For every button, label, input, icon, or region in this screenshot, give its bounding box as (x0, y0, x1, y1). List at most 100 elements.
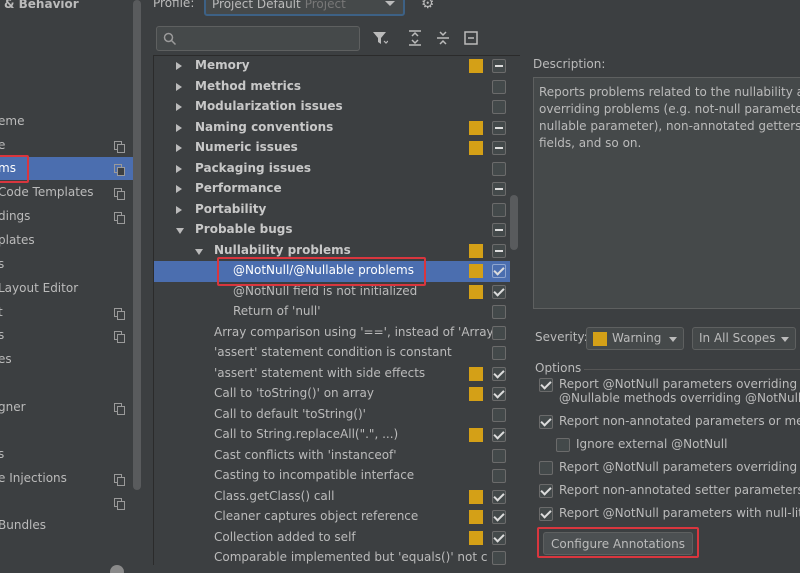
sidebar-item-label: s (0, 328, 5, 342)
tree-row-checkbox[interactable] (492, 141, 506, 155)
sidebar-item[interactable]: dings (0, 205, 133, 228)
tree-row[interactable]: 'assert' statement with side effects (154, 364, 510, 385)
sidebar-item[interactable]: es (0, 348, 133, 371)
tree-row[interactable]: Array comparison using '==', instead of … (154, 323, 510, 344)
tree-row-checkbox[interactable] (492, 120, 506, 135)
option-checkbox[interactable] (556, 438, 570, 452)
tree-row[interactable]: Call to String.replaceAll(".", ...) (154, 425, 510, 446)
tree-row[interactable]: Numeric issues (154, 138, 510, 159)
chevron-down-icon[interactable] (176, 228, 184, 234)
tree-scrollbar[interactable] (510, 195, 518, 250)
chevron-right-icon[interactable] (176, 62, 182, 70)
tree-row-checkbox[interactable] (492, 448, 506, 463)
tree-row-checkbox[interactable] (492, 551, 506, 565)
chevron-right-icon[interactable] (176, 144, 182, 152)
sidebar-item[interactable]: Layout Editor (0, 277, 133, 300)
chevron-right-icon[interactable] (176, 103, 182, 111)
sidebar-item[interactable]: eme (0, 110, 133, 133)
chevron-right-icon[interactable] (176, 123, 182, 132)
sidebar-item[interactable]: Bundles (0, 514, 133, 537)
tree-row-checkbox[interactable] (492, 161, 506, 176)
collapse-all-icon[interactable] (435, 30, 451, 46)
tree-row-label: Collection added to self (214, 529, 356, 544)
gear-icon[interactable]: ⚙ (421, 0, 437, 11)
sidebar-item[interactable]: s (0, 253, 133, 276)
tree-row[interactable]: Naming conventions (154, 118, 510, 139)
sidebar-item[interactable]: plates (0, 229, 133, 252)
filter-icon[interactable] (372, 30, 388, 46)
tree-row-label: Naming conventions (195, 119, 334, 134)
sidebar-item[interactable]: s (0, 324, 133, 347)
sidebar-item[interactable]: t (0, 301, 133, 324)
tree-row-checkbox[interactable] (492, 346, 506, 360)
tree-row-checkbox[interactable] (492, 305, 506, 319)
tree-row[interactable]: Probable bugs (154, 220, 510, 241)
tree-row[interactable]: Class.getClass() call (154, 487, 510, 508)
tree-row[interactable]: 'assert' statement condition is constant (154, 343, 510, 364)
tree-row-checkbox[interactable] (492, 243, 506, 258)
severity-select[interactable]: Warning (586, 327, 684, 350)
option-checkbox[interactable] (539, 415, 553, 429)
tree-row-checkbox[interactable] (492, 469, 506, 483)
tree-row-checkbox[interactable] (492, 530, 506, 545)
tree-row[interactable]: Call to 'toString()' on array (154, 384, 510, 405)
tree-row[interactable]: Method metrics (154, 77, 510, 98)
option-checkbox[interactable] (539, 484, 553, 498)
tree-row-checkbox[interactable] (492, 264, 506, 278)
sidebar-item[interactable]: gner (0, 396, 133, 419)
tree-row-checkbox[interactable] (492, 366, 506, 381)
tree-row[interactable]: Call to default 'toString()' (154, 405, 510, 426)
tree-row-checkbox[interactable] (492, 202, 506, 217)
sidebar-item[interactable] (0, 419, 133, 442)
chevron-right-icon[interactable] (176, 164, 182, 173)
chevron-right-icon[interactable] (176, 205, 182, 214)
tree-row-checkbox[interactable] (492, 79, 506, 94)
tree-row[interactable]: Modularization issues (154, 97, 510, 118)
option-checkbox[interactable] (539, 507, 553, 521)
tree-row-checkbox[interactable] (492, 100, 506, 114)
scope-select[interactable]: In All Scopes (692, 327, 796, 350)
sidebar-scrollbar[interactable] (133, 0, 141, 490)
tree-row[interactable]: Memory (154, 56, 510, 77)
tree-row-checkbox[interactable] (492, 510, 506, 524)
sidebar-item-label: gner (0, 400, 26, 414)
tree-row-checkbox[interactable] (492, 59, 506, 73)
profile-sub: Project (304, 0, 346, 11)
search-input[interactable] (156, 26, 360, 51)
tree-row[interactable]: Return of 'null' (154, 302, 510, 323)
sidebar-item-label: dings (0, 209, 31, 223)
tree-row[interactable]: Packaging issues (154, 159, 510, 180)
sidebar-item[interactable]: e (0, 134, 133, 157)
tree-row[interactable]: Casting to incompatible interface (154, 466, 510, 487)
tree-row[interactable]: Cleaner captures object reference (154, 507, 510, 528)
tree-row-checkbox[interactable] (492, 387, 506, 401)
expand-all-icon[interactable] (407, 30, 423, 46)
sidebar-title: & Behavior (4, 0, 79, 11)
tree-row-checkbox[interactable] (492, 325, 506, 340)
tree-row-label: Call to 'toString()' on array (214, 386, 374, 400)
profile-select[interactable]: Project Default Project (204, 0, 405, 16)
option-checkbox[interactable] (539, 461, 553, 475)
option-checkbox[interactable] (539, 378, 553, 392)
tree-row-checkbox[interactable] (492, 428, 506, 442)
sidebar-item[interactable]: e Injections (0, 467, 133, 490)
tree-row-label: Method metrics (195, 78, 302, 93)
chevron-right-icon[interactable] (176, 185, 182, 193)
chevron-down-icon[interactable] (195, 248, 203, 255)
tree-row-checkbox[interactable] (492, 182, 506, 196)
tree-row[interactable]: Cast conflicts with 'instanceof' (154, 446, 510, 467)
tree-row-checkbox[interactable] (492, 284, 506, 299)
chevron-right-icon[interactable] (176, 82, 182, 91)
sidebar-item[interactable]: s (0, 443, 133, 466)
tree-row[interactable]: Collection added to self (154, 528, 510, 549)
tree-row-checkbox[interactable] (492, 407, 506, 422)
sidebar-item[interactable] (0, 372, 133, 395)
tree-row-checkbox[interactable] (492, 489, 506, 504)
sidebar-item[interactable]: Code Templates (0, 181, 133, 204)
tree-row-checkbox[interactable] (492, 223, 506, 237)
sidebar-item[interactable] (0, 491, 133, 514)
reset-icon[interactable] (463, 30, 479, 46)
option-label: Report non-annotated setter parameters o… (559, 483, 800, 497)
tree-row[interactable]: Portability (154, 200, 510, 221)
tree-row[interactable]: Performance (154, 179, 510, 200)
